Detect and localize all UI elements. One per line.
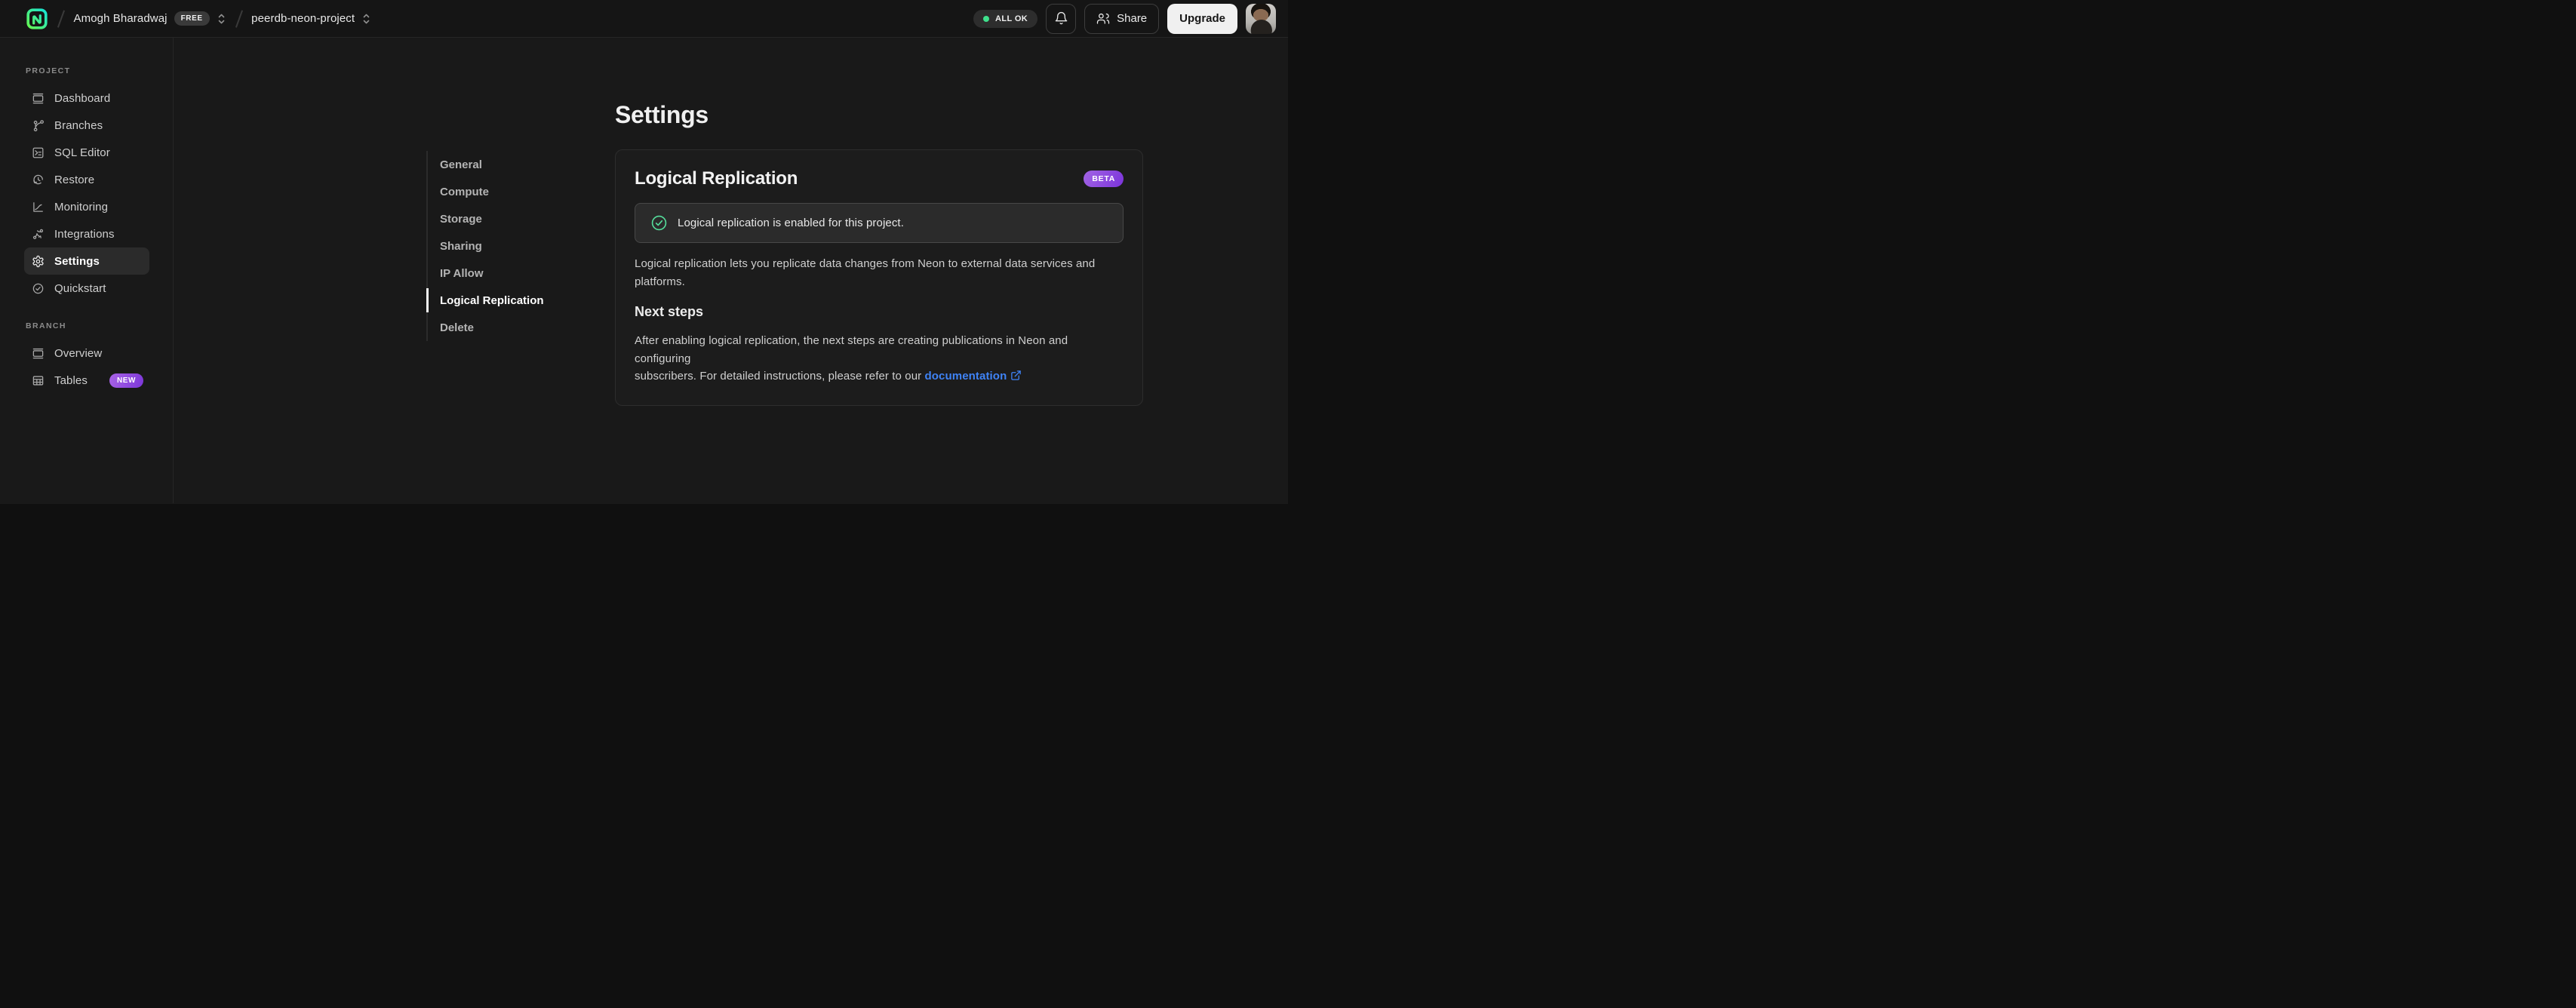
breadcrumb-slash (57, 9, 65, 28)
chevron-up-down-icon (361, 12, 371, 26)
share-label: Share (1117, 12, 1148, 25)
sidebar-item-sql-editor[interactable]: SQL Editor (24, 139, 149, 166)
sidebar-item-overview[interactable]: Overview (24, 340, 149, 367)
sidebar-item-label: Quickstart (54, 281, 106, 295)
project-name: peerdb-neon-project (251, 12, 355, 25)
sidebar-item-label: Tables (54, 373, 88, 387)
sidebar-item-label: Dashboard (54, 91, 111, 105)
sidebar-item-quickstart[interactable]: Quickstart (24, 275, 149, 302)
check-circle-icon (650, 214, 668, 232)
plan-badge: FREE (174, 11, 210, 26)
check-circle-icon (32, 282, 45, 295)
sidebar-item-label: SQL Editor (54, 146, 110, 159)
next-steps-text: After enabling logical replication, the … (635, 332, 1124, 387)
user-avatar[interactable] (1246, 3, 1276, 34)
header-actions: ALL OK Share Upgrade (973, 3, 1276, 34)
swap-arrows-icon (32, 228, 45, 241)
window-icon (32, 347, 45, 360)
table-icon (32, 374, 45, 387)
card-description: Logical replication lets you replicate d… (635, 257, 1096, 288)
history-clock-icon (32, 174, 45, 186)
main-panel: Settings Logical Replication BETA Logica… (615, 38, 1145, 406)
subnav-item-compute[interactable]: Compute (428, 178, 549, 205)
logical-replication-card: Logical Replication BETA Logical replica… (615, 149, 1143, 406)
org-name: Amogh Bharadwaj (73, 12, 168, 25)
neon-logo-icon[interactable] (26, 8, 48, 30)
alert-text: Logical replication is enabled for this … (678, 217, 904, 229)
beta-badge: BETA (1084, 171, 1124, 187)
share-button[interactable]: Share (1084, 3, 1160, 34)
users-icon (1096, 12, 1110, 26)
success-alert: Logical replication is enabled for this … (635, 203, 1124, 243)
sidebar-item-label: Branches (54, 118, 103, 132)
sidebar-section-branch: BRANCH (26, 321, 66, 330)
subnav-item-storage[interactable]: Storage (428, 205, 549, 232)
page-title: Settings (615, 101, 709, 128)
sidebar-section-project: PROJECT (26, 66, 71, 75)
upgrade-button[interactable]: Upgrade (1167, 3, 1237, 34)
breadcrumb: Amogh Bharadwaj FREE peerdb-neon-project (26, 8, 371, 30)
breadcrumb-slash (235, 9, 243, 28)
org-selector[interactable]: Amogh Bharadwaj FREE (74, 11, 226, 26)
terminal-icon (32, 146, 45, 159)
status-dot-icon (982, 15, 989, 22)
notifications-button[interactable] (1046, 3, 1077, 34)
next-steps-title: Next steps (635, 304, 704, 319)
sidebar-item-label: Restore (54, 173, 95, 186)
new-badge: NEW (109, 373, 144, 388)
sidebar-item-label: Monitoring (54, 200, 109, 214)
sidebar-item-restore[interactable]: Restore (24, 166, 149, 193)
subnav-item-sharing[interactable]: Sharing (428, 232, 549, 260)
status-badge[interactable]: ALL OK (973, 9, 1038, 28)
neon-console: Amogh Bharadwaj FREE peerdb-neon-project (0, 0, 1288, 504)
sidebar-item-integrations[interactable]: Integrations (24, 220, 149, 247)
settings-subnav: General Compute Storage Sharing IP Allow… (426, 151, 549, 341)
gear-icon (32, 255, 45, 268)
sidebar-item-label: Integrations (54, 227, 115, 241)
subnav-item-delete[interactable]: Delete (428, 314, 549, 341)
status-text: ALL OK (994, 14, 1028, 23)
subnav-item-ip-allow[interactable]: IP Allow (428, 260, 549, 287)
documentation-link[interactable]: documentation (925, 370, 1007, 383)
window-icon (32, 92, 45, 105)
sidebar-item-tables[interactable]: Tables NEW (24, 367, 149, 394)
top-header: Amogh Bharadwaj FREE peerdb-neon-project (0, 0, 1288, 38)
card-title: Logical Replication (635, 168, 798, 189)
sidebar-item-settings[interactable]: Settings (24, 247, 149, 275)
project-selector[interactable]: peerdb-neon-project (251, 12, 371, 26)
subnav-item-logical-replication[interactable]: Logical Replication (426, 287, 549, 314)
chart-curve-icon (32, 201, 45, 214)
chevron-up-down-icon (217, 12, 226, 26)
sidebar-item-monitoring[interactable]: Monitoring (24, 193, 149, 220)
bell-icon (1054, 11, 1068, 26)
sidebar-item-branches[interactable]: Branches (24, 112, 149, 139)
sidebar-item-label: Settings (54, 254, 100, 268)
subnav-item-general[interactable]: General (428, 151, 549, 178)
external-link-icon (1010, 369, 1022, 387)
sidebar-item-dashboard[interactable]: Dashboard (24, 85, 149, 112)
sidebar-item-label: Overview (54, 346, 103, 360)
sidebar: PROJECT Dashboard Branches SQL Editor Re… (0, 38, 174, 503)
git-branch-icon (32, 119, 45, 132)
